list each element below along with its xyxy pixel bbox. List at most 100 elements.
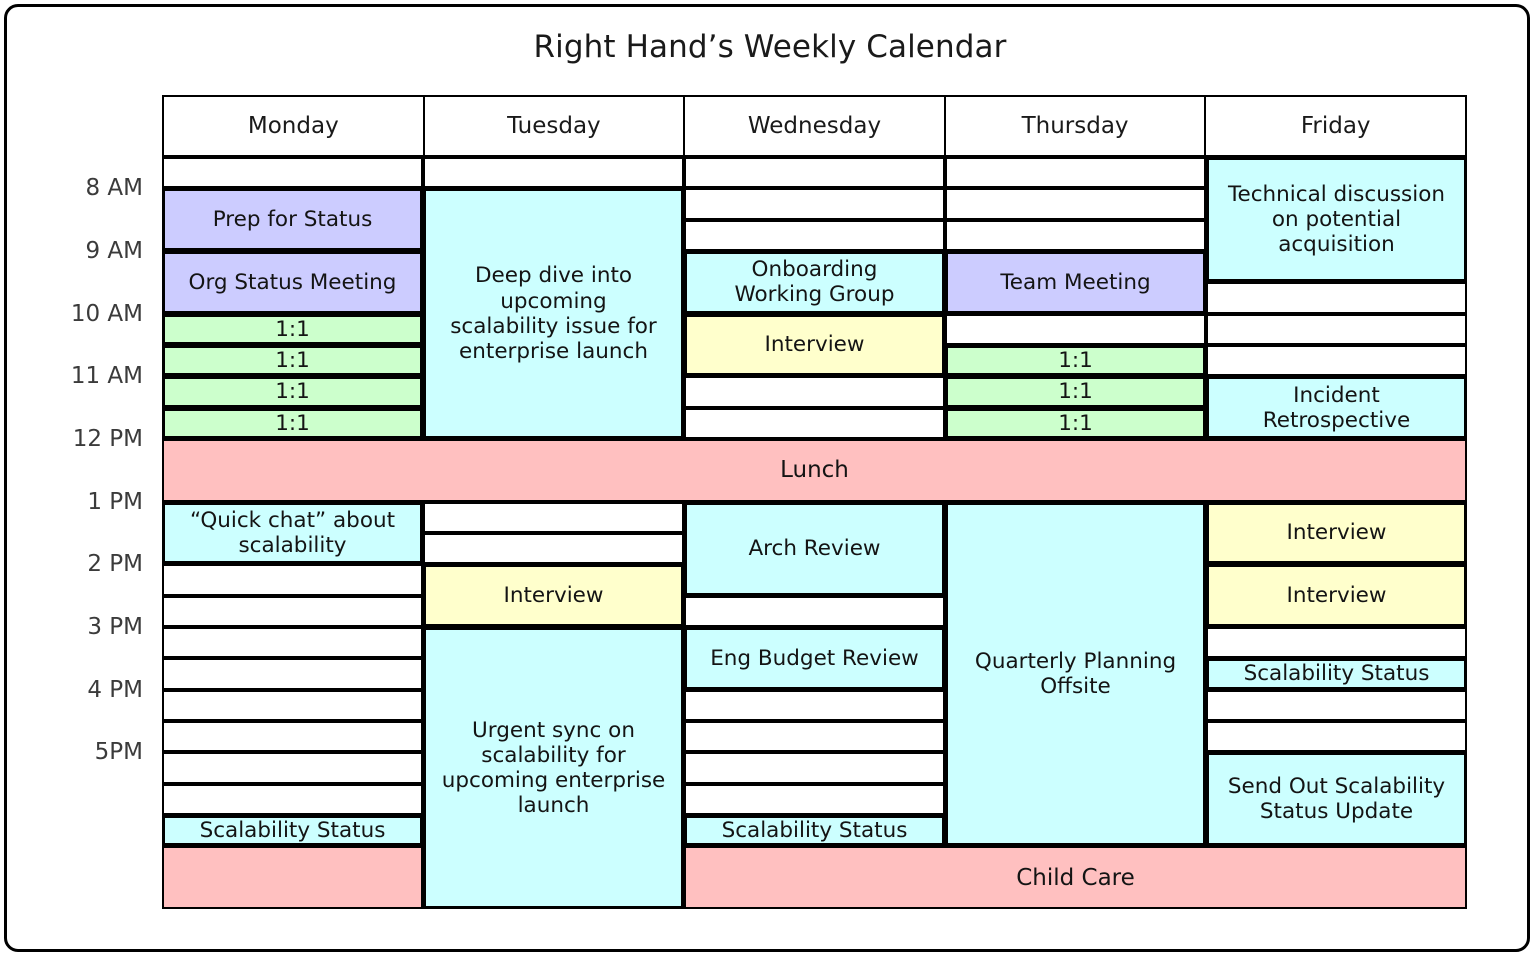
- event-monday-1-1[interactable]: 1:1: [162, 407, 423, 439]
- day-header-label: Wednesday: [747, 113, 882, 139]
- free-slot-tuesday-0: [423, 157, 684, 189]
- event-label: Technical discussion on potential acquis…: [1228, 181, 1445, 258]
- free-slot-friday-10: [1206, 721, 1467, 753]
- event-friday-interview[interactable]: Interview: [1206, 501, 1467, 565]
- event-label: Lunch: [780, 457, 849, 484]
- page-title: Right Hand’s Weekly Calendar: [533, 29, 1007, 65]
- weekly-calendar-grid: Monday Tuesday Wednesday Thursday Friday Pre…: [162, 95, 1467, 909]
- event-label: Scalability Status: [199, 818, 386, 844]
- day-header-tuesday[interactable]: Tuesday: [422, 95, 686, 157]
- free-slot-friday-1: [1206, 282, 1467, 314]
- free-slot-wednesday-11: [684, 721, 945, 753]
- event-thursday-quarterly-planning-offsite[interactable]: Quarterly Planning Offsite: [945, 501, 1206, 847]
- event-label: Interview: [764, 332, 865, 358]
- event-wednesday-eng-budget-review[interactable]: Eng Budget Review: [684, 627, 945, 690]
- event-label: Team Meeting: [1000, 269, 1151, 295]
- free-slot-wednesday-8: [684, 595, 945, 627]
- day-header-label: Tuesday: [507, 113, 601, 139]
- time-label-4-pm: 4 PM: [87, 676, 143, 703]
- event-friday-technical-discussion-on-potential-acquisition[interactable]: Technical discussion on potential acquis…: [1206, 157, 1467, 283]
- event-friday-interview[interactable]: Interview: [1206, 564, 1467, 627]
- event-monday-org-status-meeting[interactable]: Org Status Meeting: [162, 251, 423, 314]
- free-slot-wednesday-13: [684, 783, 945, 815]
- day-header-thursday[interactable]: Thursday: [943, 95, 1207, 157]
- event-monday-1-1[interactable]: 1:1: [162, 313, 423, 345]
- free-slot-monday-8: [162, 564, 423, 596]
- time-label-12-pm: 12 PM: [72, 426, 143, 452]
- time-label-11-am: 11 AM: [70, 363, 143, 390]
- event-thursday-1-1[interactable]: 1:1: [945, 376, 1206, 408]
- day-column-thursday: Team Meeting 1:1 1:1 1:1 Quarterly Planning …: [945, 157, 1206, 909]
- event-label: Arch Review: [748, 536, 881, 562]
- time-label-5pm: 5PM: [94, 739, 143, 766]
- event-thursday-team-meeting[interactable]: Team Meeting: [945, 251, 1206, 314]
- day-column-wednesday: Onboarding Working Group Interview Arch Re…: [684, 157, 945, 909]
- event-label: Interview: [503, 583, 604, 609]
- free-slot-monday-10: [162, 627, 423, 659]
- event-label: 1:1: [1058, 379, 1093, 405]
- event-label: 1:1: [275, 348, 310, 374]
- event-monday-1-1[interactable]: 1:1: [162, 345, 423, 377]
- event-monday-prep-for-status[interactable]: Prep for Status: [162, 188, 423, 251]
- event-label: Onboarding Working Group: [734, 257, 895, 308]
- event-monday-scalability-status[interactable]: Scalability Status: [162, 815, 423, 847]
- day-column-tuesday: Deep dive into upcoming scalability issu…: [423, 157, 684, 909]
- free-slot-tuesday-2: [423, 501, 684, 533]
- event-label: 1:1: [1058, 410, 1093, 436]
- event-label: Org Status Meeting: [188, 269, 397, 295]
- event-wednesday-onboarding-working-group[interactable]: Onboarding Working Group: [684, 251, 945, 314]
- free-slot-wednesday-2: [684, 219, 945, 251]
- day-column-monday: Prep for Status Org Status Meeting 1:1 1:1 1…: [162, 157, 423, 909]
- event-label: Scalability Status: [1243, 661, 1430, 687]
- event-monday-quick-chat-about-scalability[interactable]: “Quick chat” about scalability: [162, 501, 423, 565]
- event-wednesday-scalability-status[interactable]: Scalability Status: [684, 815, 945, 847]
- event-wednesday-arch-review[interactable]: Arch Review: [684, 501, 945, 596]
- free-slot-thursday-4: [945, 313, 1206, 345]
- event-thursday-1-1[interactable]: 1:1: [945, 345, 1206, 377]
- day-header-label: Friday: [1300, 113, 1371, 139]
- event-tuesday-deep-dive-into-upcoming-scalability-issue-for-enterprise-launch[interactable]: Deep dive into upcoming scalability issu…: [423, 188, 684, 439]
- day-header-monday[interactable]: Monday: [162, 95, 425, 157]
- free-slot-monday-12: [162, 689, 423, 721]
- event-band-lunch[interactable]: Lunch: [162, 439, 1467, 502]
- event-label: 1:1: [275, 410, 310, 436]
- event-label: Interview: [1286, 520, 1387, 546]
- event-friday-send-out-scalability-status-update[interactable]: Send Out Scalability Status Update: [1206, 752, 1467, 847]
- free-slot-wednesday-1: [684, 188, 945, 220]
- event-label: Quarterly Planning Offsite: [974, 648, 1177, 699]
- free-slot-monday-14: [162, 752, 423, 784]
- free-slot-wednesday-6: [684, 407, 945, 439]
- time-label-2-pm: 2 PM: [87, 551, 143, 578]
- free-slot-thursday-1: [945, 188, 1206, 220]
- time-label-9-am: 9 AM: [85, 238, 143, 264]
- event-label: Scalability Status: [721, 818, 908, 844]
- event-friday-scalability-status[interactable]: Scalability Status: [1206, 658, 1467, 690]
- event-label: Urgent sync on scalability for upcoming …: [441, 717, 666, 819]
- free-slot-wednesday-5: [684, 376, 945, 408]
- free-slot-wednesday-0: [684, 157, 945, 189]
- event-monday-1-1[interactable]: 1:1: [162, 376, 423, 408]
- event-tuesday-urgent-sync-on-scalability-for-upcoming-enterprise-launch[interactable]: Urgent sync on scalability for upcoming …: [423, 627, 684, 909]
- event-label: Deep dive into upcoming scalability issu…: [450, 263, 657, 364]
- free-slot-monday-17: [162, 846, 423, 909]
- calendar-frame: Right Hand’s Weekly Calendar 8 AM 9 AM 10 …: [4, 4, 1530, 952]
- event-friday-incident-retrospective[interactable]: Incident Retrospective: [1206, 376, 1467, 439]
- free-slot-thursday-0: [945, 157, 1206, 189]
- event-thursday-1-1[interactable]: 1:1: [945, 407, 1206, 439]
- day-header-friday[interactable]: Friday: [1204, 95, 1467, 157]
- day-header-label: Thursday: [1021, 113, 1129, 139]
- event-wednesday-interview[interactable]: Interview: [684, 313, 945, 377]
- event-band-child-care[interactable]: Child Care: [684, 846, 1467, 909]
- free-slot-friday-3: [1206, 345, 1467, 377]
- free-slot-friday-2: [1206, 313, 1467, 345]
- event-tuesday-interview[interactable]: Interview: [423, 564, 684, 627]
- day-header-row: Monday Tuesday Wednesday Thursday Friday: [162, 95, 1467, 157]
- event-label: 1:1: [275, 316, 310, 342]
- time-axis-gutter: 8 AM 9 AM 10 AM 11 AM 12 PM 1 PM 2 PM 3 PM 4 PM 5…: [7, 95, 157, 909]
- day-header-wednesday[interactable]: Wednesday: [683, 95, 946, 157]
- time-label-3-pm: 3 PM: [87, 614, 143, 640]
- event-label: Eng Budget Review: [710, 645, 919, 671]
- free-slot-monday-11: [162, 658, 423, 690]
- free-slot-tuesday-3: [423, 533, 684, 565]
- free-slot-monday-15: [162, 783, 423, 815]
